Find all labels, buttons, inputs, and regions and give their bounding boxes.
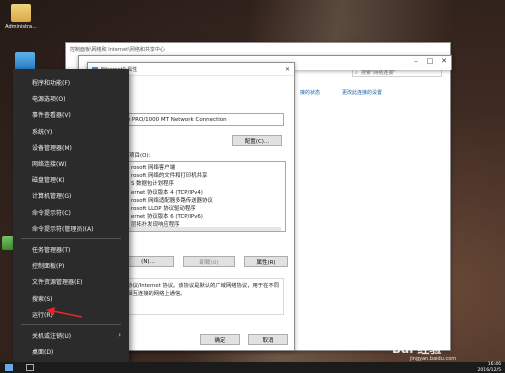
menu-item[interactable]: 系统(Y)	[32, 127, 52, 136]
menu-item[interactable]: 计算机管理(G)	[32, 191, 71, 200]
list-item[interactable]: ✓S 数据包计划程序	[121, 179, 281, 187]
cancel-button[interactable]: 取消	[248, 334, 288, 345]
menu-item[interactable]: 电源选项(O)	[32, 94, 65, 103]
properties-button[interactable]: 属性(R)	[244, 256, 288, 267]
item-label: S 数据包计划程序	[131, 181, 174, 188]
clock-date: 2016/12/5	[477, 367, 501, 373]
adapter-name-field: (R) PRO/1000 MT Network Connection	[118, 113, 284, 126]
maximize-button[interactable]: □	[423, 56, 437, 66]
menu-item[interactable]: 控制面板(P)	[32, 261, 64, 270]
configure-button[interactable]: 配置(C)...	[232, 135, 282, 146]
list-item[interactable]: ✓rosoft 网络客户端	[121, 163, 281, 171]
windows-start-icon[interactable]	[5, 364, 13, 371]
menu-item[interactable]: 任务管理器(T)	[32, 245, 70, 254]
menu-item[interactable]: 搜索(S)	[32, 294, 53, 303]
menu-item[interactable]: 文件资源管理器(E)	[32, 277, 82, 286]
adapter-name: (R) PRO/1000 MT Network Connection	[122, 116, 227, 123]
menu-item[interactable]: 磁盘管理(K)	[32, 175, 65, 184]
menu-item[interactable]: 设备管理器(M)	[32, 143, 72, 152]
taskbar-clock[interactable]: 16:46 2016/12/5	[477, 362, 501, 373]
description-box: 制协议/Internet 协议。该协议是默认的广域网络协议，用于在不同的相互连接…	[118, 278, 284, 315]
item-label: rosoft LLDP 协议驱动程序	[131, 206, 196, 213]
submenu-chevron-icon: ›	[118, 331, 121, 339]
dialog-close-icon[interactable]: ✕	[285, 66, 290, 73]
change-settings-link[interactable]: 更改此连接的设置	[342, 89, 382, 96]
connection-status-link[interactable]: 接的状态	[300, 89, 320, 96]
desktop-icon-user[interactable]: Administra...	[2, 4, 40, 30]
item-label: rosoft 网络适配器多路传送器协议	[131, 197, 213, 204]
taskbar: 16:46 2016/12/5	[0, 362, 505, 373]
menu-item[interactable]: 命令提示符(C)	[32, 208, 71, 217]
item-label: ernet 协议版本 4 (TCP/IPv4)	[131, 189, 203, 196]
menu-item[interactable]: 事件查看器(V)	[32, 110, 71, 119]
uninstall-button[interactable]: 卸载(U)	[183, 256, 235, 267]
horizontal-scrollbar[interactable]	[123, 227, 281, 231]
task-view-icon[interactable]	[26, 364, 34, 371]
desktop-icon-label: Administra...	[5, 24, 37, 30]
list-item[interactable]: ✓ernet 协议版本 6 (TCP/IPv6)	[121, 212, 281, 220]
window-titlebar: 控制面板\网络和 Internet\网络和共享中心	[66, 43, 450, 55]
menu-separator	[21, 238, 121, 239]
list-item[interactable]: ✓rosoft LLDP 协议驱动程序	[121, 204, 281, 212]
baidu-watermark-url: jingyan.baidu.com	[410, 356, 457, 362]
computer-icon	[15, 52, 35, 70]
item-label: rosoft 网络客户端	[131, 165, 176, 172]
list-item[interactable]: ✓ernet 协议版本 4 (TCP/IPv4)	[121, 188, 281, 196]
item-label: ernet 协议版本 6 (TCP/IPv6)	[131, 214, 203, 221]
ok-button[interactable]: 确定	[200, 334, 240, 345]
search-placeholder: 搜索"网络连接"	[361, 70, 396, 76]
menu-item[interactable]: 网络连接(W)	[32, 159, 67, 168]
minimize-button[interactable]: –	[409, 56, 423, 66]
close-button[interactable]: ✕	[437, 56, 451, 66]
install-button[interactable]: (N)...	[122, 256, 174, 267]
menu-item[interactable]: 关机或注销(U)	[32, 331, 71, 340]
item-label: rosoft 网络的文件和打印机共享	[131, 173, 208, 180]
items-listbox[interactable]: ✓rosoft 网络客户端✓rosoft 网络的文件和打印机共享✓S 数据包计划…	[118, 161, 286, 232]
list-item[interactable]: ✓rosoft 网络的文件和打印机共享	[121, 171, 281, 179]
menu-item[interactable]: 程序和功能(F)	[32, 78, 70, 87]
menu-item[interactable]: 命令提示符(管理员)(A)	[32, 224, 93, 233]
search-icon: ⌕	[355, 69, 358, 76]
description-text: 制协议/Internet 协议。该协议是默认的广域网络协议，用于在不同的相互连接…	[122, 283, 279, 297]
arrow-annotation	[46, 307, 83, 318]
menu-separator	[21, 324, 121, 325]
user-folder-icon	[11, 4, 31, 22]
list-item[interactable]: rosoft 网络适配器多路传送器协议	[121, 196, 281, 204]
baidu-watermark-logo: Bai 经验	[392, 342, 442, 356]
window-title: 控制面板\网络和 Internet\网络和共享中心	[70, 46, 165, 53]
menu-item[interactable]: 桌面(D)	[32, 347, 53, 356]
